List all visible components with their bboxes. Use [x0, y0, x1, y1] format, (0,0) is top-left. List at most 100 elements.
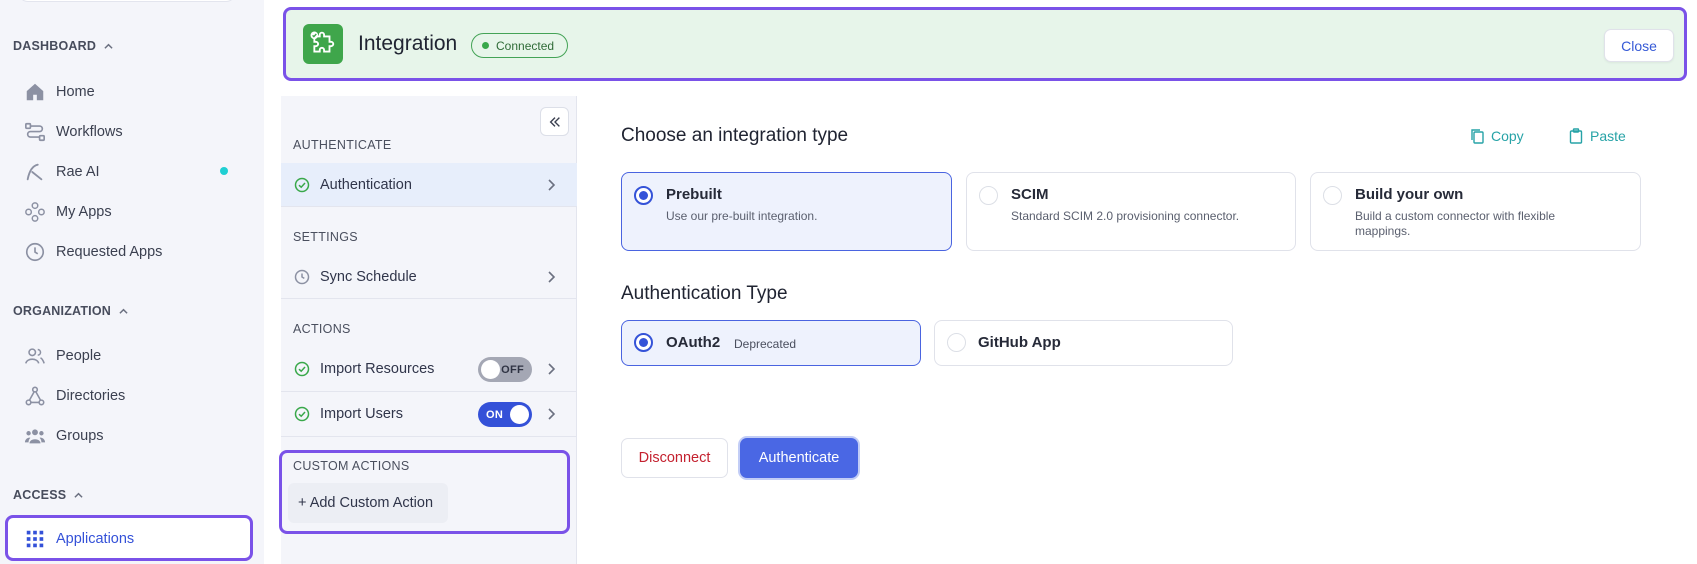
chevron-up-icon — [74, 492, 83, 498]
section-access-label: ACCESS — [13, 488, 67, 502]
sidebar-item-groups[interactable]: Groups — [24, 423, 104, 449]
integration-type-scim[interactable]: SCIM Standard SCIM 2.0 provisioning conn… — [966, 172, 1296, 251]
toggle-knob — [510, 405, 529, 424]
custom-actions-section-label: CUSTOM ACTIONS — [293, 459, 410, 473]
card-description: Use our pre-built integration. — [666, 209, 818, 223]
card-title: Build your own — [1355, 186, 1464, 203]
directories-icon — [25, 386, 45, 406]
sidebar-item-label: Directories — [56, 388, 126, 404]
sidebar-item-rae-ai[interactable]: Rae AI — [24, 159, 100, 185]
copy-icon — [1471, 129, 1484, 144]
settings-section-label: SETTINGS — [293, 230, 358, 244]
import-users-toggle[interactable]: ON — [478, 402, 532, 427]
settings-item-authentication[interactable]: Authentication — [281, 163, 577, 207]
my-apps-icon — [25, 202, 45, 222]
clock-icon — [294, 269, 310, 284]
section-access[interactable]: ACCESS — [13, 488, 83, 502]
check-circle-icon — [294, 406, 310, 422]
people-icon — [25, 348, 45, 364]
sidebar-item-my-apps[interactable]: My Apps — [24, 199, 112, 225]
settings-item-import-users[interactable]: Import Users — [281, 392, 577, 437]
integration-type-prebuilt[interactable]: Prebuilt Use our pre-built integration. — [621, 172, 952, 251]
authenticate-section-label: AUTHENTICATE — [293, 138, 392, 152]
card-description: Build a custom connector with flexible m… — [1355, 209, 1556, 238]
authenticate-button[interactable]: Authenticate — [740, 438, 858, 478]
radio-build-your-own[interactable] — [1323, 186, 1342, 205]
chevron-right-icon — [548, 363, 556, 375]
puzzle-icon — [310, 31, 335, 53]
toggle-label: OFF — [501, 363, 524, 376]
sidebar-item-label: Groups — [56, 428, 104, 444]
sidebar-item-requested-apps[interactable]: Requested Apps — [24, 239, 162, 265]
integration-type-build-your-own[interactable]: Build your own Build a custom connector … — [1310, 172, 1641, 251]
sidebar-item-home[interactable]: Home — [24, 79, 95, 105]
settings-item-label: Import Users — [320, 406, 403, 422]
sidebar-item-label: Rae AI — [56, 164, 100, 180]
sidebar-item-label: Home — [56, 84, 95, 100]
check-circle-icon — [294, 361, 310, 377]
sidebar-item-label: Workflows — [56, 124, 123, 140]
card-title: Prebuilt — [666, 186, 722, 203]
chevron-up-icon — [104, 43, 113, 49]
section-dashboard-label: DASHBOARD — [13, 39, 97, 53]
section-organization[interactable]: ORGANIZATION — [13, 304, 128, 318]
toggle-label: ON — [486, 408, 504, 421]
auth-type-github-app[interactable]: GitHub App — [934, 320, 1233, 366]
toggle-knob — [481, 360, 500, 379]
card-title: SCIM — [1011, 186, 1049, 203]
sidebar-item-label: My Apps — [56, 204, 112, 220]
sidebar-item-label: Applications — [56, 531, 135, 547]
auth-type-heading: Authentication Type — [621, 283, 788, 304]
status-badge-label: Connected — [496, 38, 555, 53]
paste-button[interactable]: Paste — [1568, 126, 1626, 146]
page-title: Integration — [358, 32, 458, 55]
settings-item-label: Import Resources — [320, 361, 435, 377]
workflows-icon — [25, 122, 45, 142]
status-dot-icon — [482, 42, 489, 49]
new-indicator-dot — [220, 167, 228, 175]
section-organization-label: ORGANIZATION — [13, 304, 111, 318]
grid-icon — [26, 530, 44, 548]
copy-button[interactable]: Copy — [1469, 126, 1524, 146]
chevron-right-icon — [548, 270, 556, 283]
integration-type-heading: Choose an integration type — [621, 125, 849, 146]
sidebar-item-workflows[interactable]: Workflows — [24, 119, 123, 145]
chevron-right-icon — [548, 408, 556, 420]
paste-label: Paste — [1590, 128, 1626, 144]
integration-app-icon — [303, 24, 343, 64]
import-resources-toggle[interactable]: OFF — [478, 357, 532, 382]
radio-github-app[interactable] — [947, 333, 966, 352]
sidebar-item-directories[interactable]: Directories — [24, 383, 125, 409]
check-circle-icon — [294, 177, 310, 192]
settings-item-label: Authentication — [320, 176, 412, 193]
close-button[interactable]: Close — [1604, 29, 1674, 62]
deprecated-tag: Deprecated — [734, 337, 797, 351]
sidebar-item-applications-content[interactable]: Applications — [24, 527, 134, 551]
chevron-up-icon — [119, 308, 128, 314]
copy-label: Copy — [1491, 128, 1524, 144]
home-icon — [26, 83, 44, 101]
actions-section-label: ACTIONS — [293, 322, 351, 336]
sidebar-search-stub[interactable] — [18, 0, 236, 2]
chevron-right-icon — [548, 178, 556, 191]
settings-item-sync-schedule[interactable]: Sync Schedule — [281, 255, 577, 299]
disconnect-button[interactable]: Disconnect — [621, 438, 728, 478]
radio-prebuilt[interactable] — [634, 186, 653, 205]
clipboard-icon — [1569, 128, 1583, 144]
integration-header: Integration Connected Close — [283, 7, 1687, 81]
settings-item-import-resources[interactable]: Import Resources — [281, 347, 577, 392]
radio-oauth2[interactable] — [634, 333, 653, 352]
card-title: GitHub App — [978, 334, 1061, 351]
collapse-panel-button[interactable] — [540, 107, 569, 136]
card-title: OAuth2 — [666, 334, 721, 351]
card-description: Standard SCIM 2.0 provisioning connector… — [1011, 209, 1240, 223]
auth-type-oauth2[interactable]: OAuth2 Deprecated — [621, 320, 921, 366]
sidebar-item-people[interactable]: People — [24, 343, 101, 369]
rae-ai-icon — [26, 163, 43, 181]
sidebar-item-label: Requested Apps — [56, 244, 163, 260]
add-custom-action-button[interactable]: + Add Custom Action — [288, 483, 448, 523]
sidebar-item-label: People — [56, 348, 102, 364]
section-dashboard[interactable]: DASHBOARD — [13, 39, 113, 53]
radio-scim[interactable] — [979, 186, 998, 205]
status-badge: Connected — [471, 33, 569, 58]
